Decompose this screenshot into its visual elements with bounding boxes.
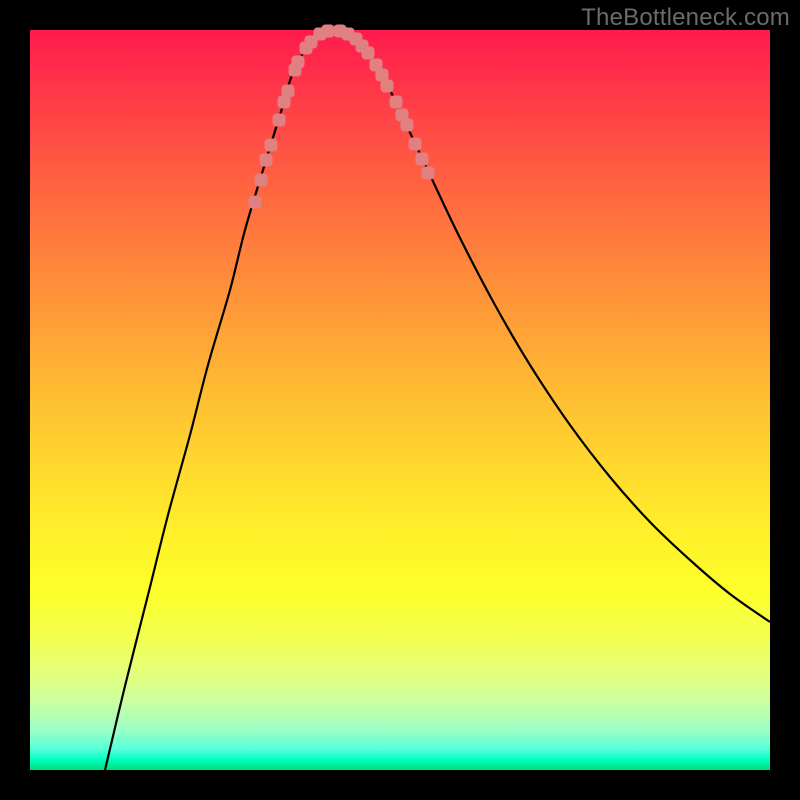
data-marker [416, 153, 429, 166]
data-marker [362, 47, 375, 60]
bottleneck-curve [105, 30, 770, 770]
data-marker [322, 25, 335, 38]
data-marker [409, 138, 422, 151]
data-marker [390, 96, 403, 109]
data-markers [249, 25, 435, 209]
data-marker [282, 85, 295, 98]
watermark-text: TheBottleneck.com [581, 4, 790, 32]
data-marker [422, 167, 435, 180]
chart-plot-area [30, 30, 770, 770]
data-marker [260, 154, 273, 167]
data-marker [401, 119, 414, 132]
data-marker [249, 196, 262, 209]
data-marker [273, 114, 286, 127]
data-marker [292, 56, 305, 69]
chart-svg [30, 30, 770, 770]
data-marker [255, 174, 268, 187]
chart-frame: TheBottleneck.com [0, 0, 800, 800]
data-marker [265, 139, 278, 152]
data-marker [381, 80, 394, 93]
